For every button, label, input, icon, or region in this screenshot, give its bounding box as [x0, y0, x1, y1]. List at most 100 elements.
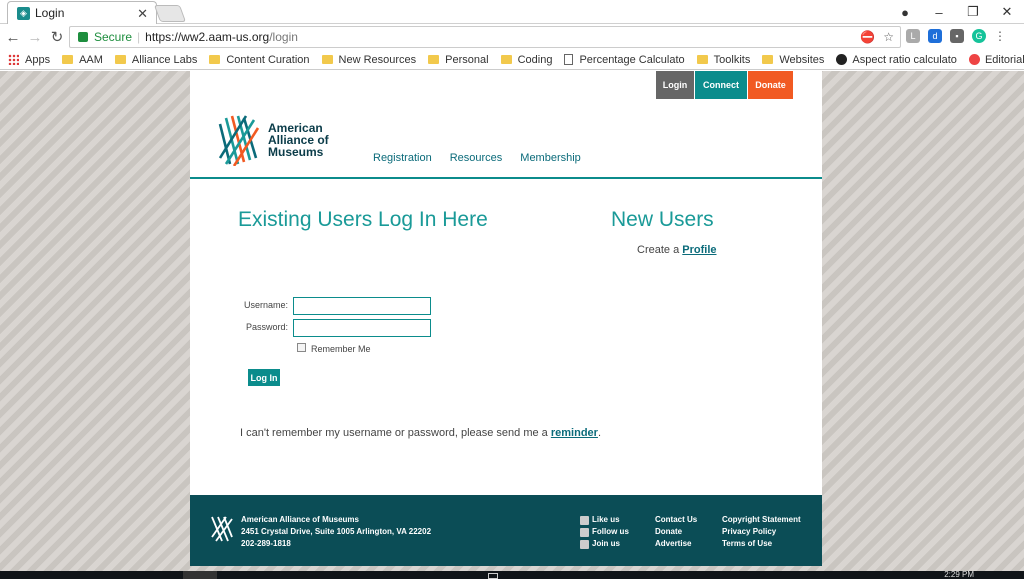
new-users-heading: New Users	[611, 208, 714, 231]
grammarly-icon[interactable]: G	[972, 29, 986, 43]
bookmark-item[interactable]: AAM	[62, 54, 103, 66]
contact-us-link[interactable]: Contact Us	[655, 514, 697, 526]
linkedin-link[interactable]: Join us	[580, 538, 629, 550]
extension-box-icon[interactable]: ▪	[950, 29, 964, 43]
aam-favicon-icon: ◈	[17, 6, 30, 20]
bookmark-item[interactable]: Coding	[500, 54, 552, 66]
utility-nav: Login Connect Donate	[656, 71, 793, 99]
bookmark-item[interactable]: New Resources	[321, 54, 416, 66]
folder-icon	[696, 55, 708, 64]
bookmark-item[interactable]: Percentage Calculato	[564, 54, 685, 66]
bookmarks-bar: Apps AAM Alliance Labs Content Curation …	[0, 50, 1024, 70]
footer-phone: 202-289-1818	[241, 539, 291, 548]
bookmark-item[interactable]: Editorial Calendar - A	[968, 54, 1024, 66]
url-separator: |	[137, 30, 141, 44]
folder-icon	[762, 55, 774, 64]
copyright-link[interactable]: Copyright Statement	[722, 514, 801, 526]
footer-links-1: Contact Us Donate Advertise	[655, 514, 697, 550]
twitter-link[interactable]: Follow us	[580, 526, 629, 538]
donate-button[interactable]: Donate	[748, 71, 793, 99]
blocked-popup-icon[interactable]: ⛔	[860, 30, 875, 44]
forgot-credentials-text: I can't remember my username or password…	[240, 427, 601, 439]
remember-me-checkbox[interactable]	[297, 343, 306, 352]
taskbar-active-app[interactable]	[183, 571, 217, 579]
taskbar-app-icon[interactable]	[488, 573, 498, 579]
bookmark-item[interactable]: Content Curation	[209, 54, 310, 66]
omnibox-actions: ⛔ ☆	[860, 30, 894, 44]
bookmark-item[interactable]: Personal	[428, 54, 489, 66]
bookmark-item[interactable]: Alliance Labs	[114, 54, 197, 66]
back-icon[interactable]: ←	[2, 29, 24, 46]
site-footer: American Alliance of Museums 2451 Crysta…	[190, 495, 822, 566]
menu-icon[interactable]: ⋮	[994, 29, 1006, 43]
advertise-link[interactable]: Advertise	[655, 538, 697, 550]
nav-resources[interactable]: Resources	[450, 152, 503, 164]
create-profile-text: Create a Profile	[637, 244, 717, 256]
nav-membership[interactable]: Membership	[520, 152, 581, 164]
tab-title: Login	[35, 6, 65, 20]
logo-wordmark: American Alliance of Museums	[268, 121, 329, 159]
footer-address: American Alliance of Museums 2451 Crysta…	[241, 514, 431, 550]
site-icon	[968, 54, 980, 65]
apps-grid-icon	[8, 54, 19, 65]
site-logo[interactable]: American Alliance of Museums	[218, 114, 329, 166]
nav-registration[interactable]: Registration	[373, 152, 432, 164]
facebook-link[interactable]: Like us	[580, 514, 629, 526]
extension-l-icon[interactable]: L	[906, 29, 920, 43]
username-label: Username:	[243, 300, 288, 310]
new-tab-button[interactable]	[153, 5, 187, 22]
linkedin-icon	[580, 539, 589, 549]
bookmark-item[interactable]: Apps	[8, 54, 50, 66]
browser-tab[interactable]: ◈ Login ✕	[7, 1, 157, 24]
username-input[interactable]	[293, 297, 431, 315]
terms-link[interactable]: Terms of Use	[722, 538, 801, 550]
extension-d-icon[interactable]: d	[928, 29, 942, 43]
url-text: https://ww2.aam-us.org/login	[145, 30, 298, 44]
footer-donate-link[interactable]: Donate	[655, 526, 697, 538]
connect-button[interactable]: Connect	[695, 71, 747, 99]
bookmark-star-icon[interactable]: ☆	[883, 30, 894, 44]
close-tab-icon[interactable]: ✕	[137, 6, 148, 22]
privacy-link[interactable]: Privacy Policy	[722, 526, 801, 538]
profile-icon[interactable]: ●	[888, 5, 922, 20]
password-label: Password:	[245, 322, 288, 332]
folder-icon	[321, 55, 333, 64]
remember-me-label: Remember Me	[311, 344, 371, 354]
taskbar-clock: 2:29 PM	[944, 570, 974, 579]
twitter-icon	[580, 527, 589, 537]
existing-users-heading: Existing Users Log In Here	[238, 208, 488, 231]
site-icon	[836, 54, 848, 65]
page-icon	[564, 54, 574, 65]
folder-icon	[428, 55, 440, 64]
reload-icon[interactable]: ↻	[46, 28, 68, 46]
close-window-icon[interactable]: ✕	[990, 4, 1024, 20]
footer-org-name: American Alliance of Museums	[241, 515, 359, 524]
main-nav: Registration Resources Membership	[373, 152, 581, 164]
log-in-submit-button[interactable]: Log In	[248, 369, 280, 386]
footer-street: 2451 Crystal Drive, Suite 1005 Arlington…	[241, 527, 432, 536]
reminder-link[interactable]: reminder	[551, 427, 598, 439]
page-container: Login Connect Donate American Alliance o…	[190, 71, 822, 566]
restore-icon[interactable]: ❐	[956, 4, 990, 20]
bookmark-item[interactable]: Toolkits	[696, 54, 750, 66]
footer-logo-icon	[211, 516, 233, 542]
extensions: L d ▪ G ⋮	[906, 29, 1006, 43]
os-taskbar: 2:29 PM	[0, 571, 1024, 579]
tab-strip: ◈ Login ✕ ● – ❐ ✕	[0, 0, 1024, 24]
folder-icon	[62, 55, 74, 64]
address-bar[interactable]: Secure | https://ww2.aam-us.org/login ⛔ …	[69, 26, 901, 48]
bookmark-item[interactable]: Aspect ratio calculato	[836, 54, 957, 66]
minimize-icon[interactable]: –	[922, 5, 956, 20]
folder-icon	[500, 55, 512, 64]
window-controls: ● – ❐ ✕	[888, 0, 1024, 24]
folder-icon	[209, 55, 221, 64]
create-profile-link[interactable]: Profile	[682, 244, 716, 256]
lock-icon	[78, 32, 88, 42]
address-row: ← → ↻ Secure | https://ww2.aam-us.org/lo…	[0, 25, 1024, 49]
bookmark-item[interactable]: Websites	[762, 54, 824, 66]
password-input[interactable]	[293, 319, 431, 337]
footer-links-2: Copyright Statement Privacy Policy Terms…	[722, 514, 801, 550]
forward-icon[interactable]: →	[24, 29, 46, 46]
login-button[interactable]: Login	[656, 71, 694, 99]
header-divider	[190, 177, 822, 179]
